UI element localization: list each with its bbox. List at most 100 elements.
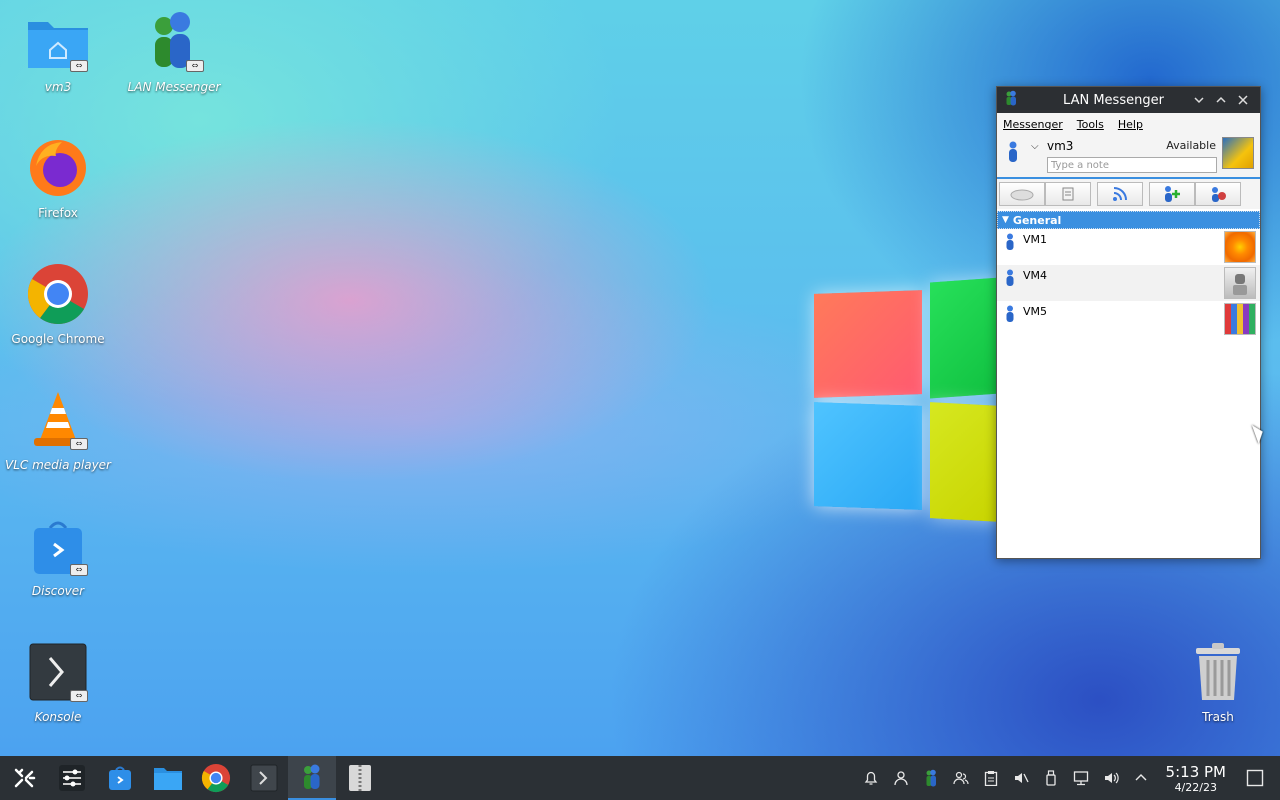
document-icon xyxy=(1062,187,1074,201)
users-gear-icon xyxy=(1212,187,1226,202)
taskbar-file-manager[interactable] xyxy=(144,756,192,800)
clock-date: 4/22/23 xyxy=(1174,780,1217,794)
desktop-icon-trash[interactable]: Trash xyxy=(1160,640,1276,724)
wallpaper-pane xyxy=(930,277,1000,399)
volume-icon[interactable] xyxy=(1100,767,1122,789)
desktop-icon-label: Firefox xyxy=(38,206,78,220)
folder-icon xyxy=(154,768,182,790)
link-badge-icon: ⇔ xyxy=(70,438,88,450)
chevron-down-icon xyxy=(1194,97,1204,104)
desktop-icon-label: Google Chrome xyxy=(11,332,105,346)
konsole-terminal-icon: ⇔ xyxy=(26,640,90,704)
contact-status-icon xyxy=(1005,233,1015,254)
desktop-icon-label: Trash xyxy=(1202,710,1234,724)
broadcast-message-button[interactable] xyxy=(999,182,1045,206)
add-contact-button[interactable] xyxy=(1149,182,1195,206)
show-desktop-button[interactable] xyxy=(1244,767,1266,789)
add-user-icon xyxy=(1165,186,1180,202)
taskbar-discover[interactable] xyxy=(96,756,144,800)
close-button[interactable] xyxy=(1232,90,1254,110)
contact-status-icon xyxy=(1005,269,1015,290)
desktop-icon-label: LAN Messenger xyxy=(127,80,221,94)
clipboard-icon[interactable] xyxy=(980,767,1002,789)
feed-button[interactable] xyxy=(1097,182,1143,206)
contact-avatar xyxy=(1224,267,1256,299)
maximize-button[interactable] xyxy=(1210,90,1232,110)
konsole-terminal-icon xyxy=(250,764,278,792)
status-label: Available xyxy=(1166,139,1216,152)
show-desktop-icon xyxy=(1246,769,1264,787)
app-launcher-button[interactable] xyxy=(0,756,48,800)
desktop-icon-home[interactable]: ⇔ vm3 xyxy=(0,10,116,94)
users-icon[interactable] xyxy=(950,767,972,789)
desktop-icon-vlc[interactable]: ⇔ VLC media player xyxy=(0,388,116,472)
chat-history-button[interactable] xyxy=(1045,182,1091,206)
menu-tools[interactable]: Tools xyxy=(1077,118,1104,131)
chrome-icon xyxy=(201,763,231,793)
taskbar-settings[interactable] xyxy=(48,756,96,800)
discover-store-icon xyxy=(109,766,131,790)
contact-list-item[interactable]: VM1 xyxy=(997,229,1260,265)
desktop-icon-discover[interactable]: ⇔ Discover xyxy=(0,514,116,598)
taskbar: 5:13 PM 4/22/23 xyxy=(0,756,1280,800)
wallpaper-pane xyxy=(930,402,1000,522)
desktop-icon-google-chrome[interactable]: Google Chrome xyxy=(0,262,116,346)
minimize-button[interactable] xyxy=(1188,90,1210,110)
trash-bin-icon xyxy=(1186,640,1250,704)
digital-clock[interactable]: 5:13 PM 4/22/23 xyxy=(1166,763,1226,794)
cloud-icon xyxy=(1010,189,1034,201)
lan-messenger-icon: ⇔ xyxy=(142,10,206,74)
link-badge-icon: ⇔ xyxy=(70,564,88,576)
contact-list-item[interactable]: VM5 xyxy=(997,301,1260,337)
user-name: vm3 xyxy=(1047,139,1074,153)
audio-muted-icon[interactable] xyxy=(1010,767,1032,789)
app-icon xyxy=(1003,90,1019,110)
link-badge-icon: ⇔ xyxy=(186,60,204,72)
taskbar-lan-messenger[interactable] xyxy=(288,756,336,800)
chrome-icon xyxy=(26,262,90,326)
lan-messenger-icon xyxy=(304,764,320,789)
desktop-icon-firefox[interactable]: Firefox xyxy=(0,136,116,220)
contact-avatar xyxy=(1224,303,1256,335)
archive-zipper-icon xyxy=(349,765,371,791)
contact-group-general[interactable]: ▼ General xyxy=(997,211,1260,229)
clock-time: 5:13 PM xyxy=(1165,762,1226,781)
network-wired-icon[interactable] xyxy=(1070,767,1092,789)
settings-button[interactable] xyxy=(1195,182,1241,206)
messenger-toolbar xyxy=(997,179,1260,209)
menu-messenger[interactable]: Messenger xyxy=(1003,118,1063,131)
contact-name: VM4 xyxy=(1023,269,1048,282)
contact-name: VM5 xyxy=(1023,305,1048,318)
taskbar-archiver[interactable] xyxy=(336,756,384,800)
firefox-icon xyxy=(26,136,90,200)
desktop-icon-konsole[interactable]: ⇔ Konsole xyxy=(0,640,116,724)
wallpaper-pane xyxy=(814,290,922,398)
discover-store-icon: ⇔ xyxy=(26,514,90,578)
rss-icon xyxy=(1113,187,1127,201)
taskbar-konsole[interactable] xyxy=(240,756,288,800)
folder-home-icon: ⇔ xyxy=(26,10,90,74)
desktop-icon-label: vm3 xyxy=(44,80,72,94)
notifications-bell-icon[interactable] xyxy=(860,767,882,789)
contact-list-item[interactable]: VM4 xyxy=(997,265,1260,301)
chevron-up-icon[interactable] xyxy=(1130,767,1152,789)
lan-messenger-tray-icon[interactable] xyxy=(920,767,942,789)
desktop-icon-label: Konsole xyxy=(34,710,82,724)
usb-device-icon[interactable] xyxy=(1040,767,1062,789)
taskbar-chrome[interactable] xyxy=(192,756,240,800)
user-avatar[interactable] xyxy=(1222,137,1254,169)
expand-triangle-icon: ▼ xyxy=(1002,215,1009,225)
link-badge-icon: ⇔ xyxy=(70,690,88,702)
status-dropdown-chevron-icon[interactable]: ⌵ xyxy=(1031,141,1039,152)
status-available-icon[interactable] xyxy=(1007,141,1019,167)
lan-messenger-window: LAN Messenger Messenger Tools Help ⌵ vm3… xyxy=(996,86,1261,559)
desktop-icon-lan-messenger[interactable]: ⇔ LAN Messenger xyxy=(116,10,232,94)
system-settings-icon xyxy=(59,765,85,791)
note-input[interactable] xyxy=(1047,157,1217,173)
menu-help[interactable]: Help xyxy=(1118,118,1143,131)
window-titlebar[interactable]: LAN Messenger xyxy=(997,87,1260,113)
user-account-icon[interactable] xyxy=(890,767,912,789)
vlc-cone-icon: ⇔ xyxy=(26,388,90,452)
chevron-up-icon xyxy=(1216,96,1226,103)
desktop-icon-label: Discover xyxy=(31,584,85,598)
